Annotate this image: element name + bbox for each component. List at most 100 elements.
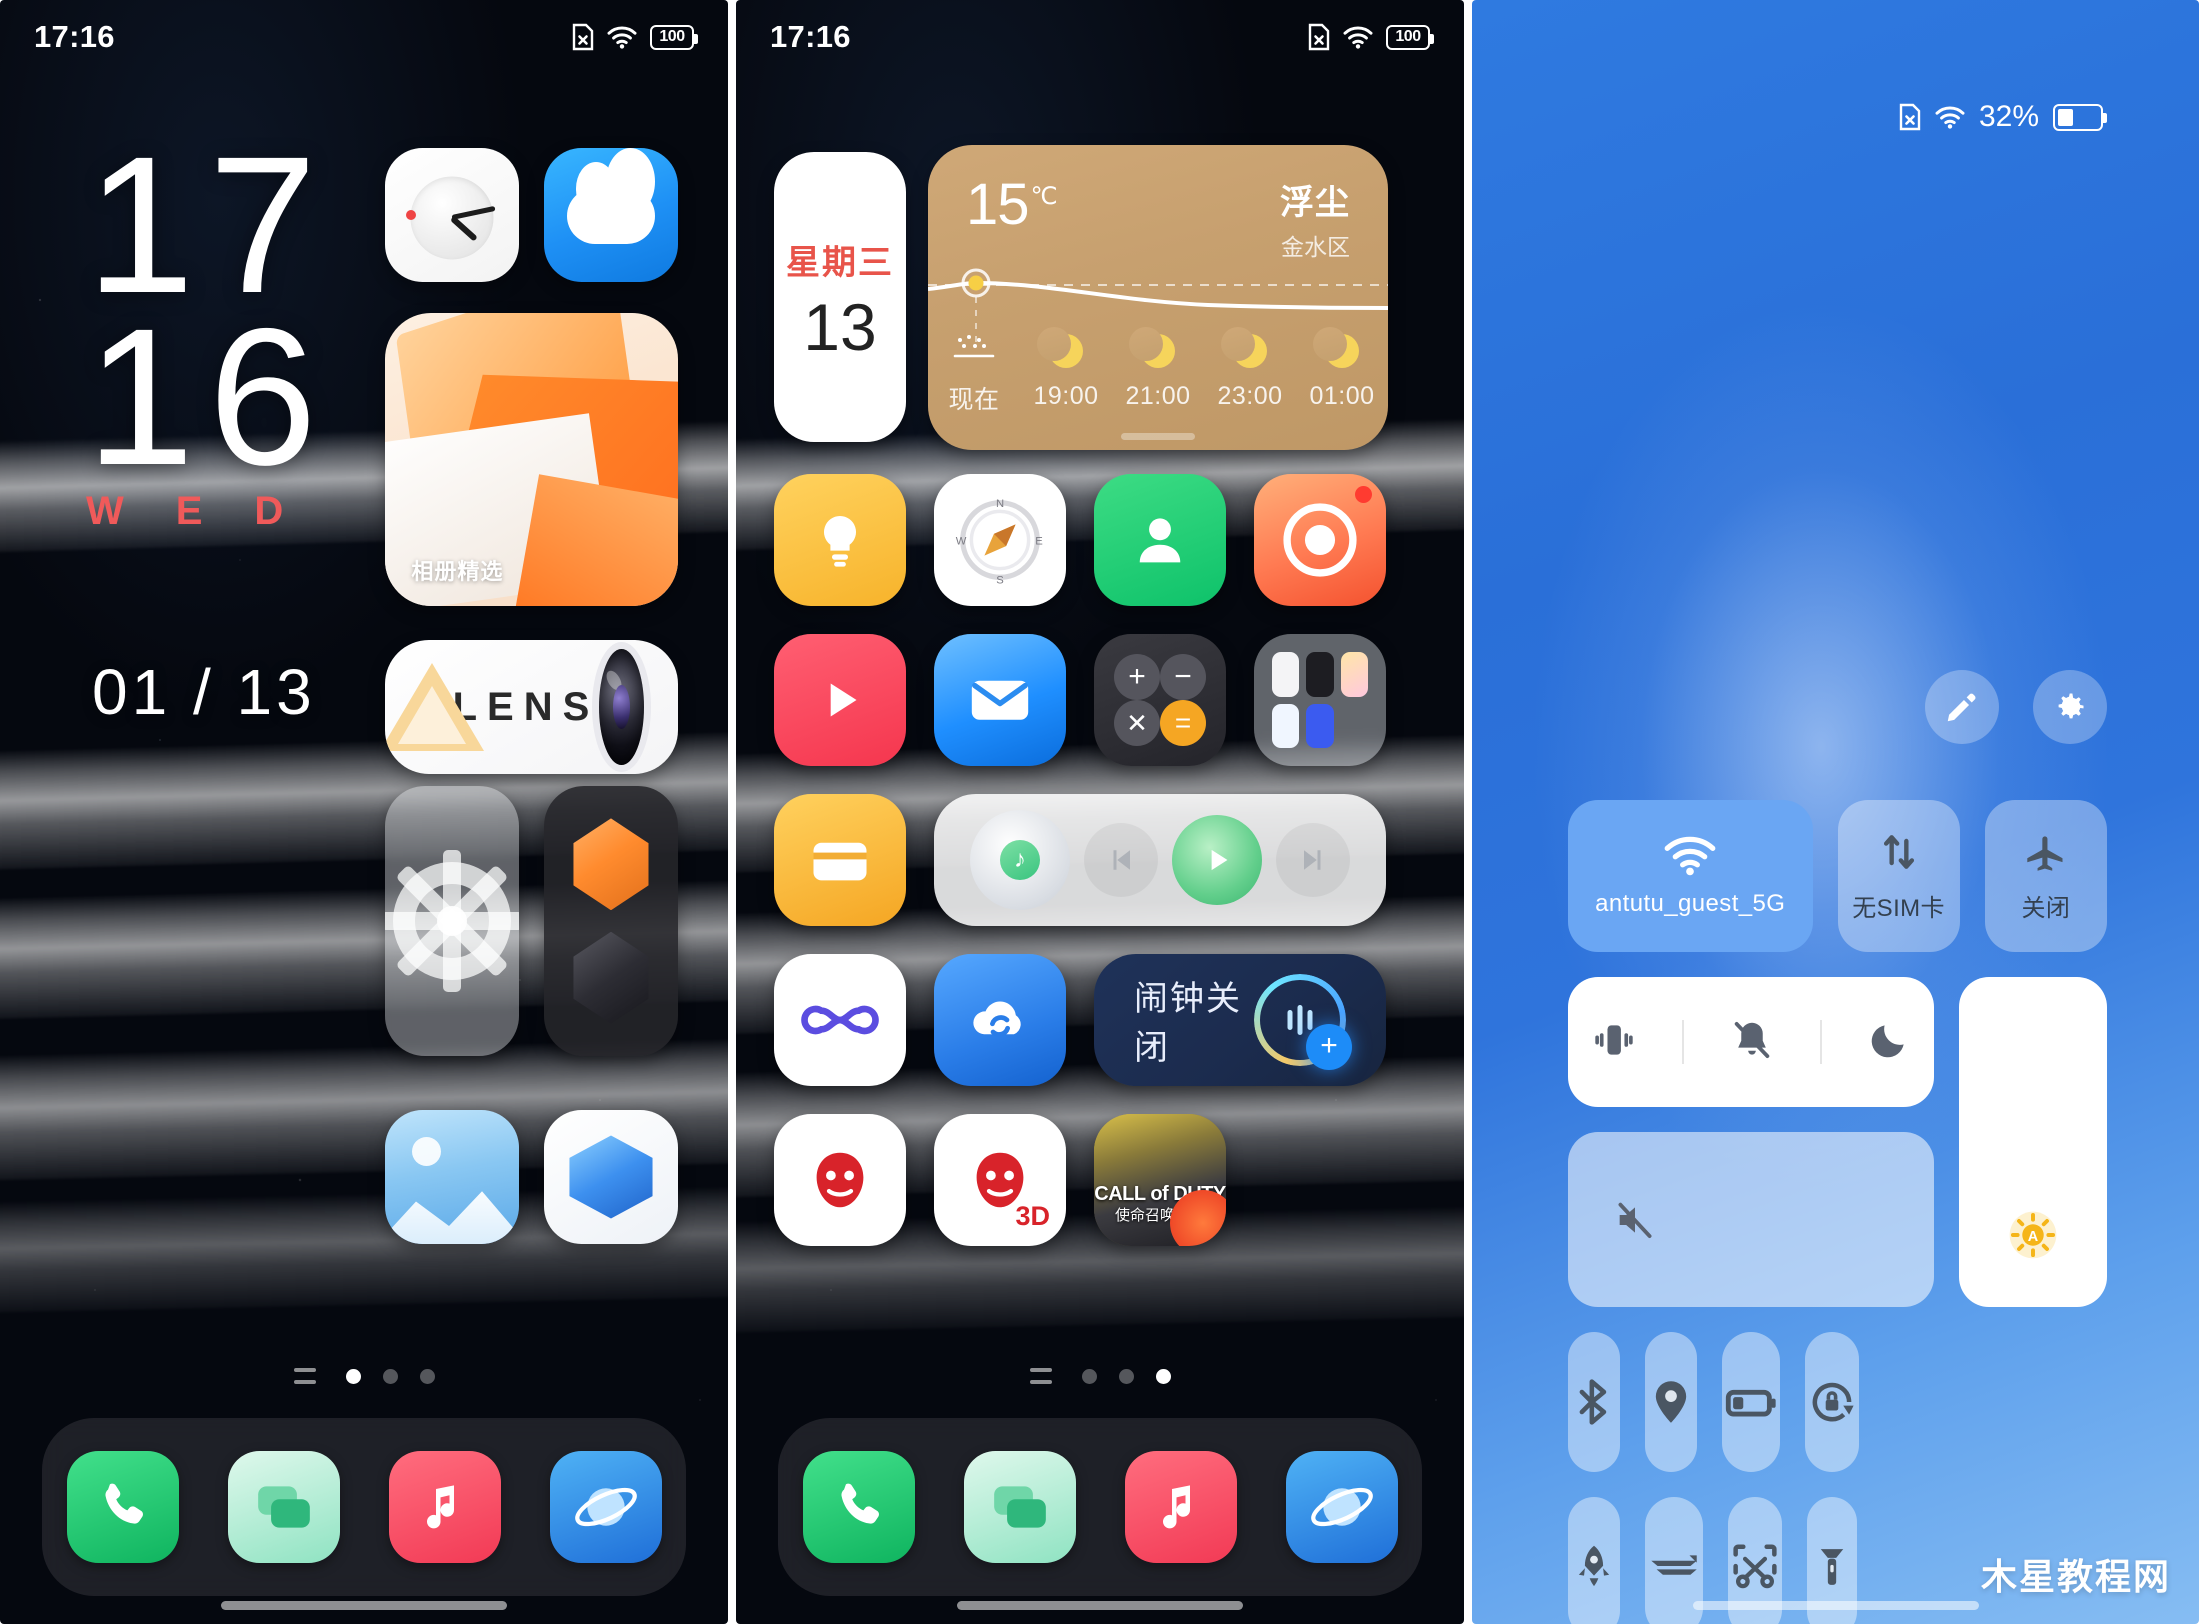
battery-saver-icon xyxy=(1725,1389,1776,1417)
infinity-app-icon[interactable] xyxy=(774,954,906,1086)
calculator-app-icon[interactable]: + − ✕ = xyxy=(1094,634,1226,766)
settings-app-icon[interactable] xyxy=(385,786,519,1056)
dock-browser-icon[interactable] xyxy=(1285,1451,1398,1563)
mail-app-icon[interactable] xyxy=(934,634,1066,766)
calendar-widget[interactable]: 星期三 13 xyxy=(774,152,906,442)
dock-messages-icon[interactable] xyxy=(227,1451,340,1563)
next-track-button[interactable] xyxy=(1276,823,1350,897)
dock-messages-icon[interactable] xyxy=(963,1451,1076,1563)
wifi-tile[interactable]: antutu_guest_5G xyxy=(1568,800,1813,952)
status-time: 17:16 xyxy=(34,19,115,54)
devtools-folder-icon[interactable] xyxy=(544,786,678,1056)
cloud-sync-app-icon[interactable] xyxy=(934,954,1066,1086)
compass-app-icon[interactable]: N S E W xyxy=(934,474,1066,606)
call-of-duty-icon[interactable]: CALL of DUTY 使命召唤手游 xyxy=(1094,1114,1226,1246)
dock-music-icon[interactable] xyxy=(1124,1451,1237,1563)
contacts-app-icon[interactable] xyxy=(1094,474,1226,606)
quick-toggle-row-1 xyxy=(1568,1332,2107,1472)
location-toggle[interactable] xyxy=(1645,1332,1697,1472)
weather-hourly-row: 现在 19:00 21:00 23:00 01:00 xyxy=(928,326,1388,416)
wallet-app-icon[interactable] xyxy=(774,794,906,926)
dock-phone-icon[interactable] xyxy=(802,1451,915,1563)
clock-weekday: WED xyxy=(86,489,336,534)
weather-app-icon[interactable] xyxy=(544,148,678,282)
photo-shard xyxy=(515,474,678,606)
sound-mode-segment xyxy=(1568,977,1934,1107)
mini-app-icon xyxy=(1306,703,1334,748)
weather-hour-item: 21:00 xyxy=(1112,326,1204,416)
home-indicator[interactable] xyxy=(221,1601,507,1610)
svg-text:A: A xyxy=(2028,1229,2039,1245)
airplane-mode-tile[interactable]: 关闭 xyxy=(1984,800,2107,952)
rocket-icon xyxy=(1578,1545,1610,1587)
dnd-mode-button[interactable] xyxy=(1867,1018,1911,1067)
mobile-data-tile[interactable]: 无SIM卡 xyxy=(1837,800,1960,952)
screenshot-scissors-icon xyxy=(1733,1544,1777,1589)
vibrate-icon xyxy=(1594,1024,1633,1055)
wifi-icon xyxy=(1343,26,1373,49)
lens-camera-widget[interactable]: LENS xyxy=(385,640,678,774)
vibrate-mode-button[interactable] xyxy=(1591,1017,1637,1068)
control-center-status-bar: 32% xyxy=(1899,100,2107,134)
screen-recorder-app-icon[interactable] xyxy=(1254,474,1386,606)
bluetooth-icon xyxy=(1579,1379,1607,1425)
video-app-icon[interactable] xyxy=(774,634,906,766)
weather-hour-item: 01:00 xyxy=(1296,326,1388,416)
apps-folder-icon[interactable] xyxy=(1254,634,1386,766)
status-bar: 17:16 100 xyxy=(0,0,728,74)
app-drawer-icon[interactable] xyxy=(293,1368,316,1384)
mibox-app-icon[interactable] xyxy=(544,1110,678,1244)
page-dot[interactable] xyxy=(382,1368,398,1384)
auto-brightness-icon: A xyxy=(2009,1211,2057,1259)
page-indicator[interactable] xyxy=(736,1368,1464,1384)
previous-track-button[interactable] xyxy=(1084,823,1158,897)
alarm-orb: + xyxy=(1254,974,1352,1070)
silent-mode-button[interactable] xyxy=(1729,1017,1775,1068)
antutu-3d-icon[interactable]: 3D xyxy=(934,1114,1066,1246)
dock xyxy=(42,1418,686,1596)
dock-music-icon[interactable] xyxy=(388,1451,501,1563)
location-pin-icon xyxy=(1655,1381,1687,1423)
wallpaper-date: 01 / 13 xyxy=(92,656,316,728)
home-indicator[interactable] xyxy=(1692,1601,1979,1610)
notes-app-icon[interactable] xyxy=(774,474,906,606)
gallery-app-icon[interactable] xyxy=(385,1110,519,1244)
rotation-lock-toggle[interactable] xyxy=(1805,1332,1859,1472)
moon-icon xyxy=(1872,1024,1905,1057)
next-track-icon xyxy=(1304,850,1321,870)
app-drawer-icon[interactable] xyxy=(1029,1368,1052,1384)
weather-widget[interactable]: 15℃ 浮尘 金水区 现在 19:00 21:00 23:00 01:00 xyxy=(928,145,1388,450)
page-indicator[interactable] xyxy=(0,1368,728,1384)
volume-slider[interactable] xyxy=(1568,1132,1934,1307)
dock-phone-icon[interactable] xyxy=(66,1451,179,1563)
battery-indicator: 100 xyxy=(1386,24,1434,50)
brightness-slider[interactable]: A xyxy=(1959,977,2107,1307)
moon-icon xyxy=(1129,326,1175,368)
photo-widget[interactable]: 相册精选 xyxy=(385,313,678,606)
antutu-benchmark-icon[interactable] xyxy=(774,1114,906,1246)
weather-hour-label: 01:00 xyxy=(1309,382,1375,410)
battery-level: 100 xyxy=(659,28,685,45)
cleaner-toggle[interactable] xyxy=(1568,1497,1620,1624)
page-dot[interactable] xyxy=(419,1368,435,1384)
page-dot[interactable] xyxy=(1155,1368,1171,1384)
alarm-widget[interactable]: 闹钟关闭 + xyxy=(1094,954,1386,1086)
clock-app-icon[interactable] xyxy=(385,148,519,282)
widget-resize-handle[interactable] xyxy=(1121,433,1195,440)
page-dot[interactable] xyxy=(1118,1368,1134,1384)
battery-saver-toggle[interactable] xyxy=(1722,1332,1780,1472)
page-dot[interactable] xyxy=(1081,1368,1097,1384)
plus-icon[interactable]: + xyxy=(1306,1024,1352,1070)
pencil-icon xyxy=(1947,693,1976,722)
home-indicator[interactable] xyxy=(957,1601,1243,1610)
play-button[interactable] xyxy=(1172,815,1262,905)
page-dot[interactable] xyxy=(345,1368,361,1384)
dark-cube-icon xyxy=(573,931,649,1024)
settings-button[interactable] xyxy=(2033,670,2107,744)
media-player-widget[interactable]: ♪ xyxy=(934,794,1386,926)
dock-browser-icon[interactable] xyxy=(549,1451,662,1563)
svg-text:E: E xyxy=(1035,535,1043,547)
svg-text:N: N xyxy=(996,498,1004,510)
edit-button[interactable] xyxy=(1925,670,1999,744)
bluetooth-toggle[interactable] xyxy=(1568,1332,1620,1472)
